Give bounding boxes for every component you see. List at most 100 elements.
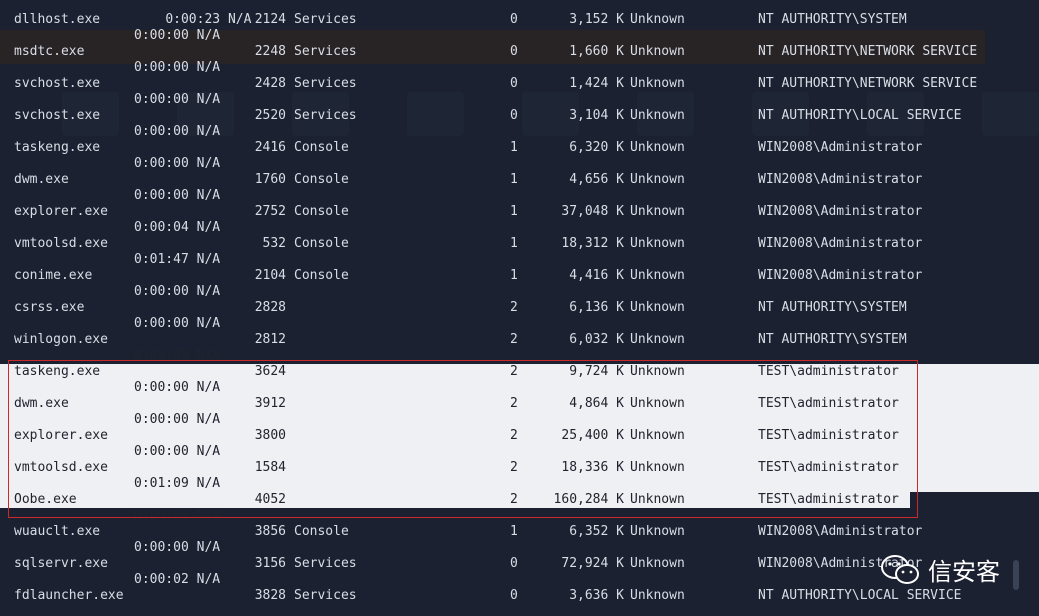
cpu-time: 0:00:00 bbox=[134, 60, 189, 75]
pid: 2416 bbox=[254, 140, 286, 155]
session-number: 1 bbox=[510, 140, 518, 155]
memory-usage: 3,104 K bbox=[569, 108, 624, 123]
pid: 3156 bbox=[254, 556, 286, 571]
process-name: csrss.exe bbox=[14, 300, 85, 315]
process-name: winlogon.exe bbox=[14, 332, 108, 347]
cpu-time: 0:00:00 bbox=[134, 316, 189, 331]
process-row: conime.exe 2104 Console 1 4,416 K Unknown WIN2… bbox=[0, 268, 1039, 284]
process-name: sqlservr.exe bbox=[14, 556, 108, 571]
cpu-time: 0:00:04 bbox=[134, 220, 189, 235]
pid: 2812 bbox=[254, 332, 286, 347]
memory-usage: 18,312 K bbox=[561, 236, 624, 251]
time-title-line: 0:00:00 N/A bbox=[134, 156, 220, 172]
pid: 2248 bbox=[254, 44, 286, 59]
session-name: Services bbox=[294, 588, 357, 603]
window-title: N/A bbox=[196, 188, 221, 203]
user-name: NT AUTHORITY\NETWORK SERVICE bbox=[758, 44, 978, 59]
process-name: vmtoolsd.exe bbox=[14, 236, 108, 251]
user-name: WIN2008\Administrator bbox=[758, 524, 923, 539]
status: Unknown bbox=[630, 588, 685, 603]
status: Unknown bbox=[630, 172, 685, 187]
session-name: Console bbox=[294, 524, 349, 539]
time-title-line: 0:00:00 N/A bbox=[134, 540, 220, 556]
time-title-line: 0:01:47 N/A bbox=[134, 252, 220, 268]
window-title: N/A bbox=[196, 124, 221, 139]
process-name: dwm.exe bbox=[14, 172, 69, 187]
session-name: Services bbox=[294, 76, 357, 91]
session-number: 2 bbox=[510, 300, 518, 315]
user-name: NT AUTHORITY\NETWORK SERVICE bbox=[758, 76, 978, 91]
cpu-time: 0:00:00 bbox=[134, 156, 189, 171]
session-number: 0 bbox=[510, 12, 518, 27]
status: Unknown bbox=[630, 268, 685, 283]
process-row: svchost.exe 2520 Services 0 3,104 K Unknown NT… bbox=[0, 108, 1039, 124]
process-name: svchost.exe bbox=[14, 76, 101, 91]
memory-usage: 6,136 K bbox=[569, 300, 624, 315]
cpu-time: 0:00:00 bbox=[134, 188, 189, 203]
session-number: 1 bbox=[510, 236, 518, 251]
window-title: N/A bbox=[196, 252, 221, 267]
window-title: N/A bbox=[196, 92, 221, 107]
cpu-time: 0:00:00 bbox=[134, 540, 189, 555]
process-row: svchost.exe 2428 Services 0 1,424 K Unknown NT… bbox=[0, 76, 1039, 92]
status: Unknown bbox=[630, 44, 685, 59]
session-number: 0 bbox=[510, 588, 518, 603]
time-title-line: 0:00:00 N/A bbox=[134, 188, 220, 204]
memory-usage: 1,424 K bbox=[569, 76, 624, 91]
status: Unknown bbox=[630, 76, 685, 91]
process-row: taskeng.exe 2416 Console 1 6,320 K Unknown WIN… bbox=[0, 140, 1039, 156]
window-title: N/A bbox=[196, 60, 221, 75]
memory-usage: 6,320 K bbox=[569, 140, 624, 155]
memory-usage: 37,048 K bbox=[561, 204, 624, 219]
process-name: msdtc.exe bbox=[14, 44, 85, 59]
time-title-line: 0:00:00 N/A bbox=[134, 316, 220, 332]
user-name: WIN2008\Administrator bbox=[758, 204, 923, 219]
process-name: svchost.exe bbox=[14, 108, 101, 123]
pid: 3856 bbox=[254, 524, 286, 539]
user-name: WIN2008\Administrator bbox=[758, 236, 923, 251]
selection-box bbox=[8, 360, 918, 518]
window-title: N/A bbox=[196, 220, 221, 235]
session-name: Services bbox=[294, 556, 357, 571]
cpu-time: 0:00:00 bbox=[134, 28, 189, 43]
time-title-line: 0:00:00 N/A bbox=[134, 124, 220, 140]
session-name: Services bbox=[294, 44, 357, 59]
session-name: Console bbox=[294, 268, 349, 283]
memory-usage: 1,660 K bbox=[569, 44, 624, 59]
window-title: N/A bbox=[196, 572, 221, 587]
process-name: conime.exe bbox=[14, 268, 93, 283]
memory-usage: 6,032 K bbox=[569, 332, 624, 347]
process-row: dwm.exe 1760 Console 1 4,656 K Unknown WIN2008… bbox=[0, 172, 1039, 188]
cpu-time: 0:01:47 bbox=[134, 252, 189, 267]
session-name: Console bbox=[294, 236, 349, 251]
user-name: WIN2008\Administrator bbox=[758, 140, 923, 155]
user-name: NT AUTHORITY\SYSTEM bbox=[758, 12, 907, 27]
memory-usage: 3,152 K bbox=[569, 12, 624, 27]
memory-usage: 4,416 K bbox=[569, 268, 624, 283]
status: Unknown bbox=[630, 108, 685, 123]
session-name: Services bbox=[294, 108, 357, 123]
process-row: wuauclt.exe 3856 Console 1 6,352 K Unknown WIN… bbox=[0, 524, 1039, 540]
process-name: explorer.exe bbox=[14, 204, 108, 219]
window-title: N/A bbox=[196, 28, 221, 43]
window-title: N/A bbox=[196, 284, 221, 299]
session-number: 0 bbox=[510, 108, 518, 123]
user-name: NT AUTHORITY\LOCAL SERVICE bbox=[758, 588, 962, 603]
cpu-time: 0:00:00 bbox=[134, 284, 189, 299]
time-title-line: 0:00:00 N/A bbox=[134, 284, 220, 300]
pid: 3828 bbox=[254, 588, 286, 603]
memory-usage: 4,656 K bbox=[569, 172, 624, 187]
scrollbar[interactable] bbox=[1013, 560, 1019, 590]
user-name: NT AUTHORITY\SYSTEM bbox=[758, 300, 907, 315]
process-row: vmtoolsd.exe 532 Console 1 18,312 K Unknown WI… bbox=[0, 236, 1039, 252]
session-name: Services bbox=[294, 12, 357, 27]
session-name: Console bbox=[294, 172, 349, 187]
status: Unknown bbox=[630, 140, 685, 155]
memory-usage: 6,352 K bbox=[569, 524, 624, 539]
time-title-line: 0:00:00 N/A bbox=[134, 92, 220, 108]
pid: 1760 bbox=[254, 172, 286, 187]
process-row: explorer.exe 2752 Console 1 37,048 K Unknown W… bbox=[0, 204, 1039, 220]
pid: 532 bbox=[262, 236, 286, 251]
session-name: Console bbox=[294, 204, 349, 219]
status: Unknown bbox=[630, 332, 685, 347]
